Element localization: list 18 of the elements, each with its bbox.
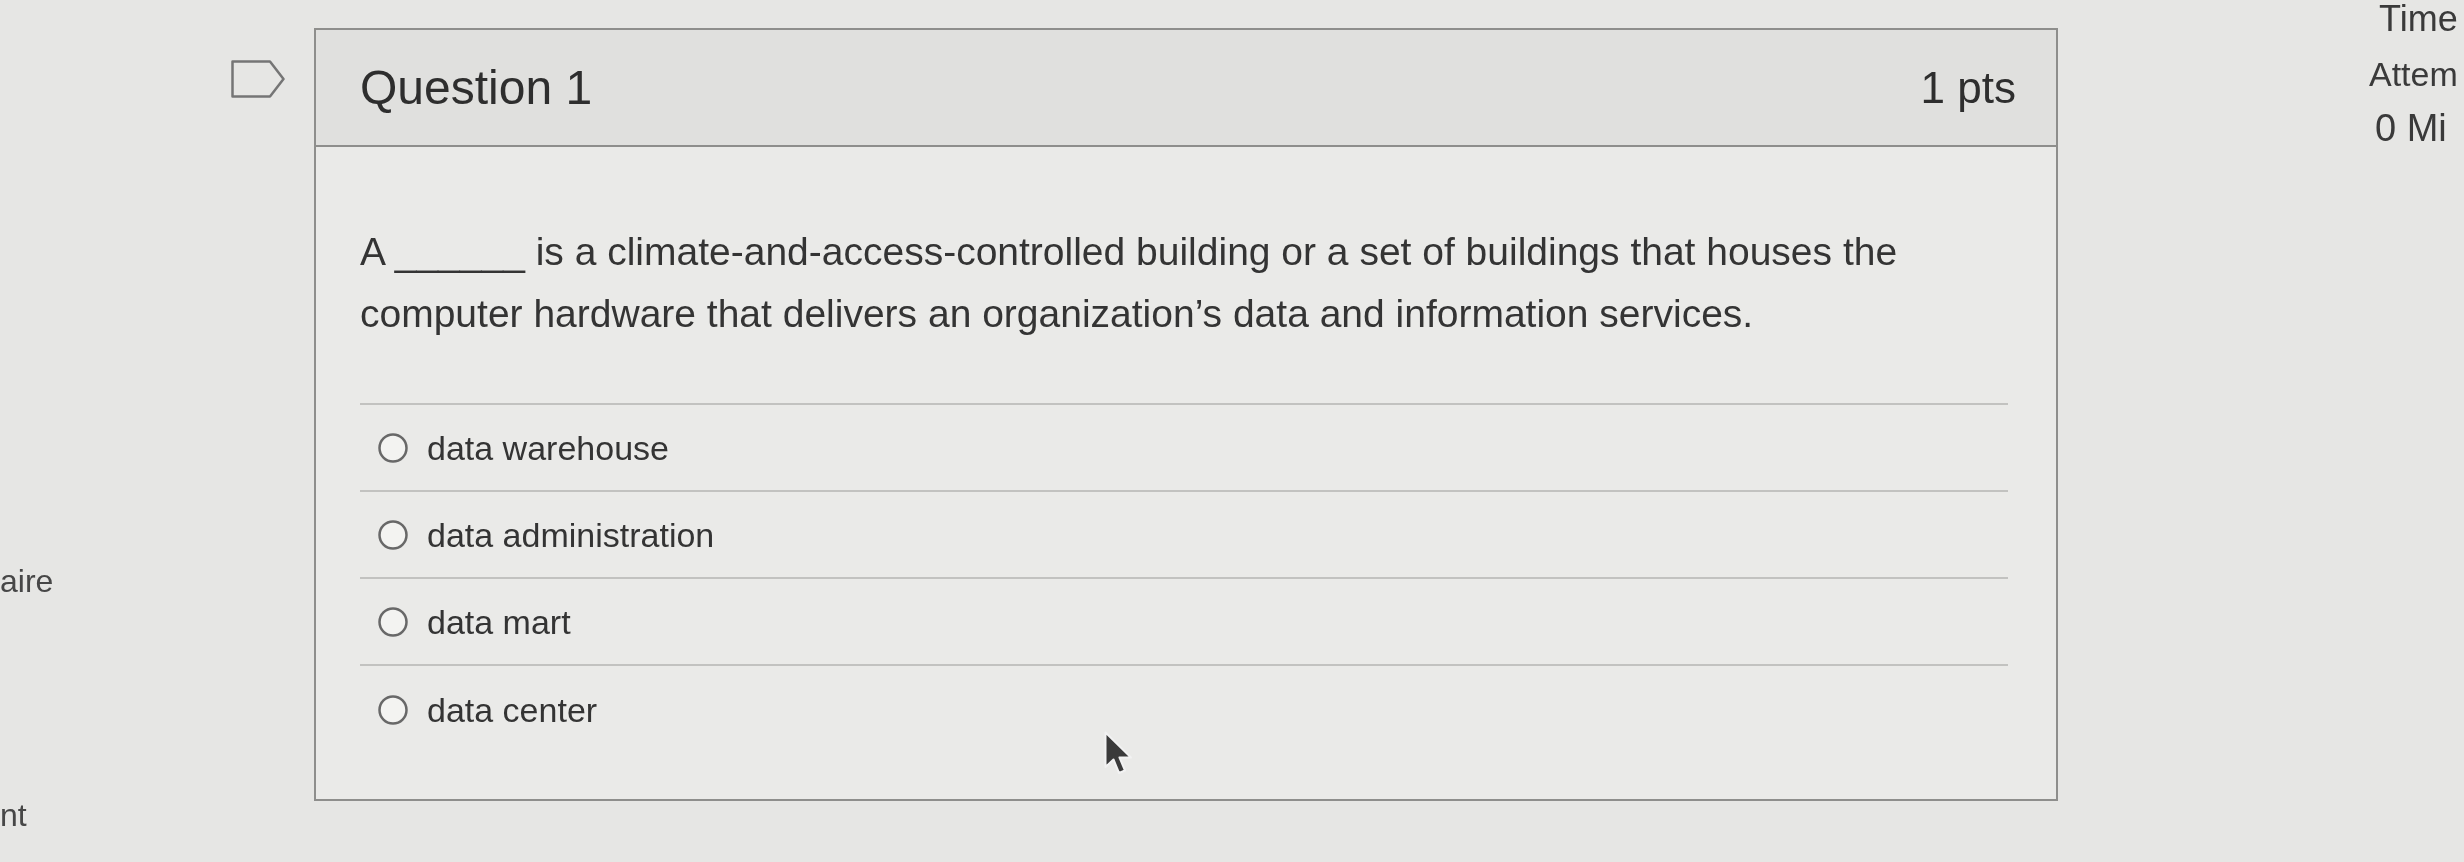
radio-button[interactable] <box>378 694 408 725</box>
option-label[interactable]: data center <box>427 689 598 730</box>
option-label[interactable]: data mart <box>427 601 571 642</box>
sidebar-text: nt <box>0 796 28 835</box>
panel-value: 0 Mi <box>2374 106 2447 150</box>
points-label: 1 pts <box>1920 61 2016 114</box>
radio-button[interactable] <box>378 606 408 637</box>
question-text: A ______ is a climate-and-access-controlled building or a set of buildings that houses the computer hardware that delivers an organization’s data and information services. <box>360 229 1899 337</box>
mouse-pointer-icon <box>1104 731 1134 777</box>
option-label[interactable]: data warehouse <box>427 427 669 468</box>
option-label[interactable]: data administration <box>427 514 715 555</box>
sidebar-text: aire <box>0 562 55 601</box>
radio-button[interactable] <box>378 519 408 550</box>
radio-button[interactable] <box>378 432 408 463</box>
question-title: Question 1 <box>360 59 593 116</box>
bookmark-icon[interactable] <box>231 60 285 98</box>
panel-label: Attem <box>2369 54 2458 94</box>
panel-title: Time <box>2378 0 2458 38</box>
